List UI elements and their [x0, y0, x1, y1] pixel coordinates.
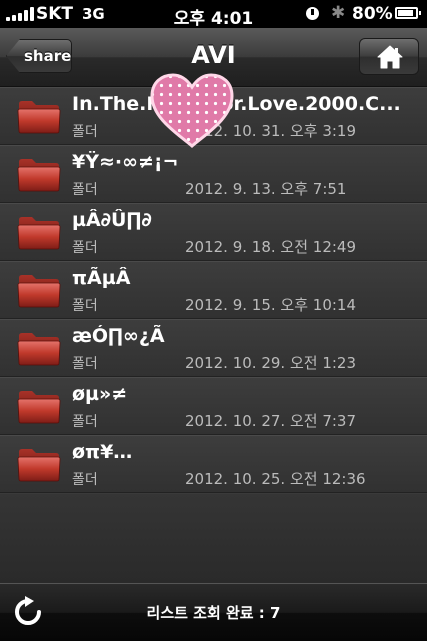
folder-list: In.The.Mood.for.Love.2000.C... 폴더 2012. … — [0, 87, 427, 583]
item-kind: 폴더 — [72, 472, 98, 488]
bluetooth-icon: ✱ — [331, 3, 346, 23]
status-message: 리스트 조회 완료 : 7 — [146, 604, 281, 622]
item-name: æÓ∏∞¿Ã — [72, 325, 165, 347]
list-item[interactable]: æÓ∏∞¿Ã 폴더 2012. 10. 29. 오전 1:23 — [0, 319, 427, 377]
item-kind: 폴더 — [72, 240, 98, 256]
item-date: 2012. 9. 18. 오전 12:49 — [185, 238, 357, 256]
home-icon — [377, 45, 403, 69]
list-item[interactable]: πÃµÂ 폴더 2012. 9. 15. 오후 10:14 — [0, 261, 427, 319]
folder-icon — [17, 158, 61, 192]
item-name: µÂ∂Û∏∂ — [72, 209, 152, 231]
item-name: ¥Ÿ≈·∞≠¡¬ — [72, 151, 179, 173]
item-kind: 폴더 — [72, 414, 98, 430]
folder-icon — [17, 216, 61, 250]
item-name: πÃµÂ — [72, 267, 131, 289]
folder-icon — [17, 332, 61, 366]
item-name: øπ¥… — [72, 441, 133, 463]
item-name: øµ»≠ — [72, 383, 128, 405]
list-item[interactable]: ¥Ÿ≈·∞≠¡¬ 폴더 2012. 9. 13. 오후 7:51 — [0, 145, 427, 203]
item-date: 2012. 9. 15. 오후 10:14 — [185, 296, 357, 314]
status-bar: SKT 3G 오후 4:01 ✱ 80% — [0, 0, 427, 29]
item-date: 2012. 10. 25. 오전 12:36 — [185, 470, 366, 488]
folder-icon — [17, 448, 61, 482]
item-date: 2012. 10. 29. 오전 1:23 — [185, 354, 357, 372]
folder-icon — [17, 100, 61, 134]
heart-sticker-icon — [150, 73, 234, 148]
list-item[interactable]: µÂ∂Û∏∂ 폴더 2012. 9. 18. 오전 12:49 — [0, 203, 427, 261]
item-kind: 폴더 — [72, 182, 98, 198]
battery-percent: 80% — [352, 4, 393, 24]
item-kind: 폴더 — [72, 356, 98, 372]
item-date: 2012. 10. 27. 오전 7:37 — [185, 412, 357, 430]
home-button[interactable] — [359, 38, 419, 75]
list-item[interactable]: øπ¥… 폴더 2012. 10. 25. 오전 12:36 — [0, 435, 427, 493]
battery-icon — [395, 7, 421, 19]
list-item[interactable]: øµ»≠ 폴더 2012. 10. 27. 오전 7:37 — [0, 377, 427, 435]
list-empty-area — [0, 494, 427, 583]
folder-icon — [17, 274, 61, 308]
folder-icon — [17, 390, 61, 424]
rotation-lock-icon — [306, 7, 319, 20]
item-kind: 폴더 — [72, 124, 98, 140]
item-name: In.The.Mood.for.Love.2000.C... — [72, 93, 401, 115]
item-kind: 폴더 — [72, 298, 98, 314]
bottom-toolbar: 리스트 조회 완료 : 7 — [0, 583, 427, 641]
item-date: 2012. 9. 13. 오후 7:51 — [185, 180, 347, 198]
